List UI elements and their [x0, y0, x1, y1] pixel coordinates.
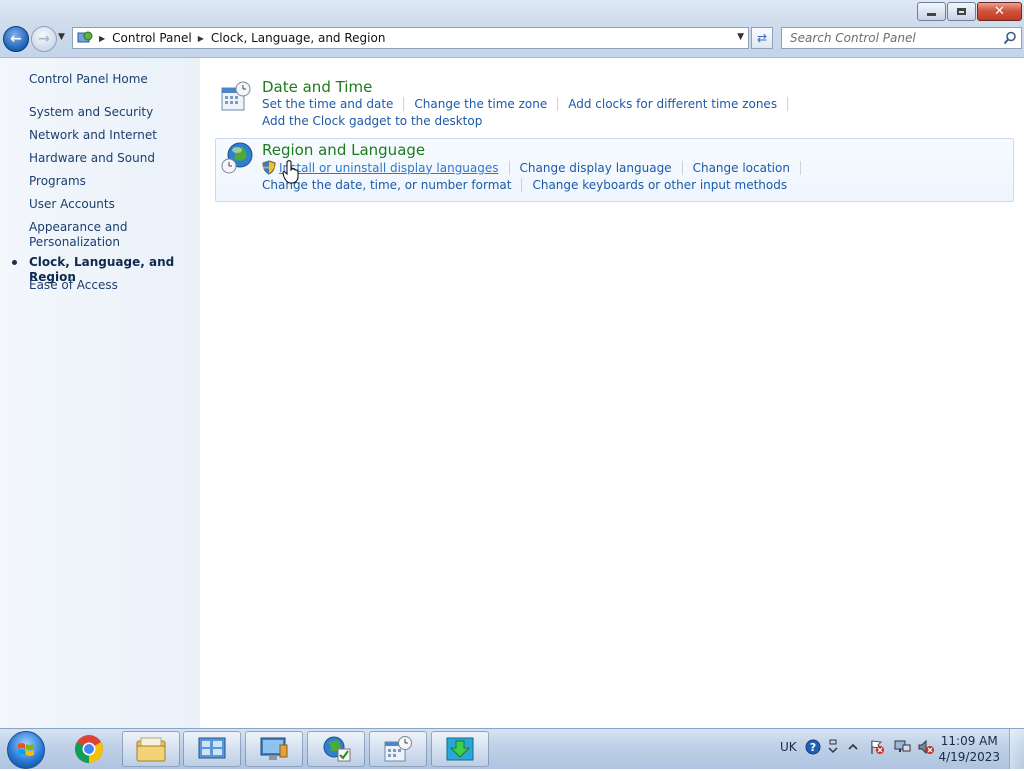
restore-icon	[957, 8, 966, 15]
category-title-region-and-language[interactable]: Region and Language	[262, 141, 425, 159]
nav-hardware-and-sound[interactable]: Hardware and Sound	[29, 151, 194, 166]
nav-programs[interactable]: Programs	[29, 174, 194, 189]
link-change-display-language[interactable]: Change display language	[520, 161, 672, 175]
link-row: Set the time and date Change the time zo…	[262, 97, 798, 111]
nav-system-and-security[interactable]: System and Security	[29, 105, 194, 120]
link-separator	[403, 97, 405, 111]
control-panel-icon	[198, 737, 226, 759]
link-separator	[521, 178, 523, 192]
search-icon[interactable]	[1003, 31, 1017, 45]
caption-buttons: ✕	[916, 2, 1022, 21]
category-region-and-language: Region and Language Install or uninstall…	[215, 138, 1014, 202]
taskbar-control-panel-button[interactable]	[183, 731, 241, 767]
breadcrumb-control-panel[interactable]: Control Panel	[112, 31, 192, 45]
nav-ease-of-access[interactable]: Ease of Access	[29, 278, 194, 293]
link-row: Add the Clock gadget to the desktop	[262, 114, 482, 128]
link-separator	[681, 160, 683, 175]
nav-appearance-and-personalization[interactable]: Appearance and Personalization	[29, 220, 139, 250]
search-box[interactable]	[781, 27, 1022, 49]
date-time-icon	[384, 736, 412, 762]
link-change-keyboards-input-methods[interactable]: Change keyboards or other input methods	[532, 178, 787, 192]
svg-text:?: ?	[809, 741, 815, 754]
category-date-and-time: Date and Time Set the time and date Chan…	[215, 78, 1014, 134]
windows-logo-icon	[18, 743, 34, 756]
refresh-button[interactable]: ⇄	[751, 27, 773, 49]
taskbar-clock[interactable]: 11:09 AM 4/19/2023	[938, 733, 1000, 765]
clock-time: 11:09 AM	[940, 734, 998, 748]
taskbar-explorer-button[interactable]	[122, 731, 180, 767]
chrome-icon	[75, 735, 103, 763]
calendar-clock-icon	[221, 81, 251, 111]
refresh-icon: ⇄	[756, 31, 768, 45]
main-content: Date and Time Set the time and date Chan…	[200, 58, 1024, 728]
breadcrumb-separator[interactable]: ▶	[99, 34, 105, 43]
uac-shield-icon	[262, 160, 276, 175]
taskbar-region-language-button[interactable]	[307, 731, 365, 767]
current-item-bullet	[12, 260, 17, 265]
control-panel-icon	[77, 31, 93, 43]
link-separator	[508, 160, 510, 175]
nav-control-panel-home[interactable]: Control Panel Home	[29, 72, 194, 87]
close-button[interactable]: ✕	[977, 2, 1022, 21]
show-desktop-button[interactable]	[1009, 729, 1024, 769]
link-set-time-and-date[interactable]: Set the time and date	[262, 97, 393, 111]
system-tray: UK ?	[780, 739, 935, 755]
link-separator	[557, 97, 559, 111]
category-title-date-and-time[interactable]: Date and Time	[262, 78, 372, 96]
link-row: Install or uninstall display languages C…	[262, 160, 811, 175]
taskbar: UK ? 11:09 AM 4/19/2023	[0, 728, 1024, 769]
remote-desktop-icon	[260, 737, 288, 760]
restore-button[interactable]	[947, 2, 976, 21]
link-add-clock-gadget[interactable]: Add the Clock gadget to the desktop	[262, 114, 482, 128]
hand-cursor-icon	[282, 160, 299, 184]
recent-pages-dropdown[interactable]: ▼	[58, 32, 65, 42]
close-icon: ✕	[994, 4, 1005, 19]
link-row: Change the date, time, or number format …	[262, 178, 787, 192]
address-bar[interactable]: ▶ Control Panel ▶ Clock, Language, and R…	[72, 27, 749, 49]
back-button[interactable]: ←	[3, 26, 29, 52]
volume-muted-icon[interactable]	[917, 739, 935, 755]
input-language-indicator[interactable]: UK	[780, 740, 797, 754]
download-icon	[446, 737, 474, 761]
minimize-button[interactable]	[917, 2, 946, 21]
taskbar-chrome-button[interactable]	[60, 731, 118, 767]
region-language-icon	[323, 736, 351, 762]
link-separator	[799, 160, 801, 175]
left-nav-pane: Control Panel Home System and Security N…	[0, 58, 200, 728]
show-hidden-icons-icon[interactable]	[847, 741, 859, 753]
taskbar-download-button[interactable]	[431, 731, 489, 767]
network-icon[interactable]	[893, 739, 911, 755]
taskbar-remote-desktop-button[interactable]	[245, 731, 303, 767]
explorer-icon	[136, 737, 166, 762]
link-separator	[787, 97, 789, 111]
nav-user-accounts[interactable]: User Accounts	[29, 197, 194, 212]
forward-arrow-icon: →	[38, 31, 50, 47]
clock-date: 4/19/2023	[938, 750, 1000, 764]
link-change-location[interactable]: Change location	[693, 161, 790, 175]
nav-network-and-internet[interactable]: Network and Internet	[29, 128, 194, 143]
start-button[interactable]	[7, 731, 45, 769]
explorer-chrome: ✕ ← → ▼ ▶ Control Panel ▶ Clock, Languag…	[0, 0, 1024, 58]
action-center-flag-icon[interactable]	[869, 739, 885, 755]
back-arrow-icon: ←	[10, 31, 22, 47]
link-install-uninstall-display-languages[interactable]: Install or uninstall display languages	[279, 161, 499, 175]
forward-button[interactable]: →	[31, 26, 57, 52]
breadcrumb-separator[interactable]: ▶	[198, 34, 204, 43]
minimize-icon	[927, 13, 936, 16]
breadcrumb-clock-language-region[interactable]: Clock, Language, and Region	[211, 31, 386, 45]
search-input[interactable]	[790, 31, 990, 45]
address-dropdown-icon[interactable]: ▼	[737, 32, 744, 42]
help-icon[interactable]: ?	[805, 739, 821, 755]
globe-clock-icon	[221, 142, 253, 174]
language-bar-options-icon[interactable]	[827, 739, 839, 755]
link-change-time-zone[interactable]: Change the time zone	[414, 97, 547, 111]
taskbar-date-time-button[interactable]	[369, 731, 427, 767]
link-add-clocks[interactable]: Add clocks for different time zones	[568, 97, 777, 111]
